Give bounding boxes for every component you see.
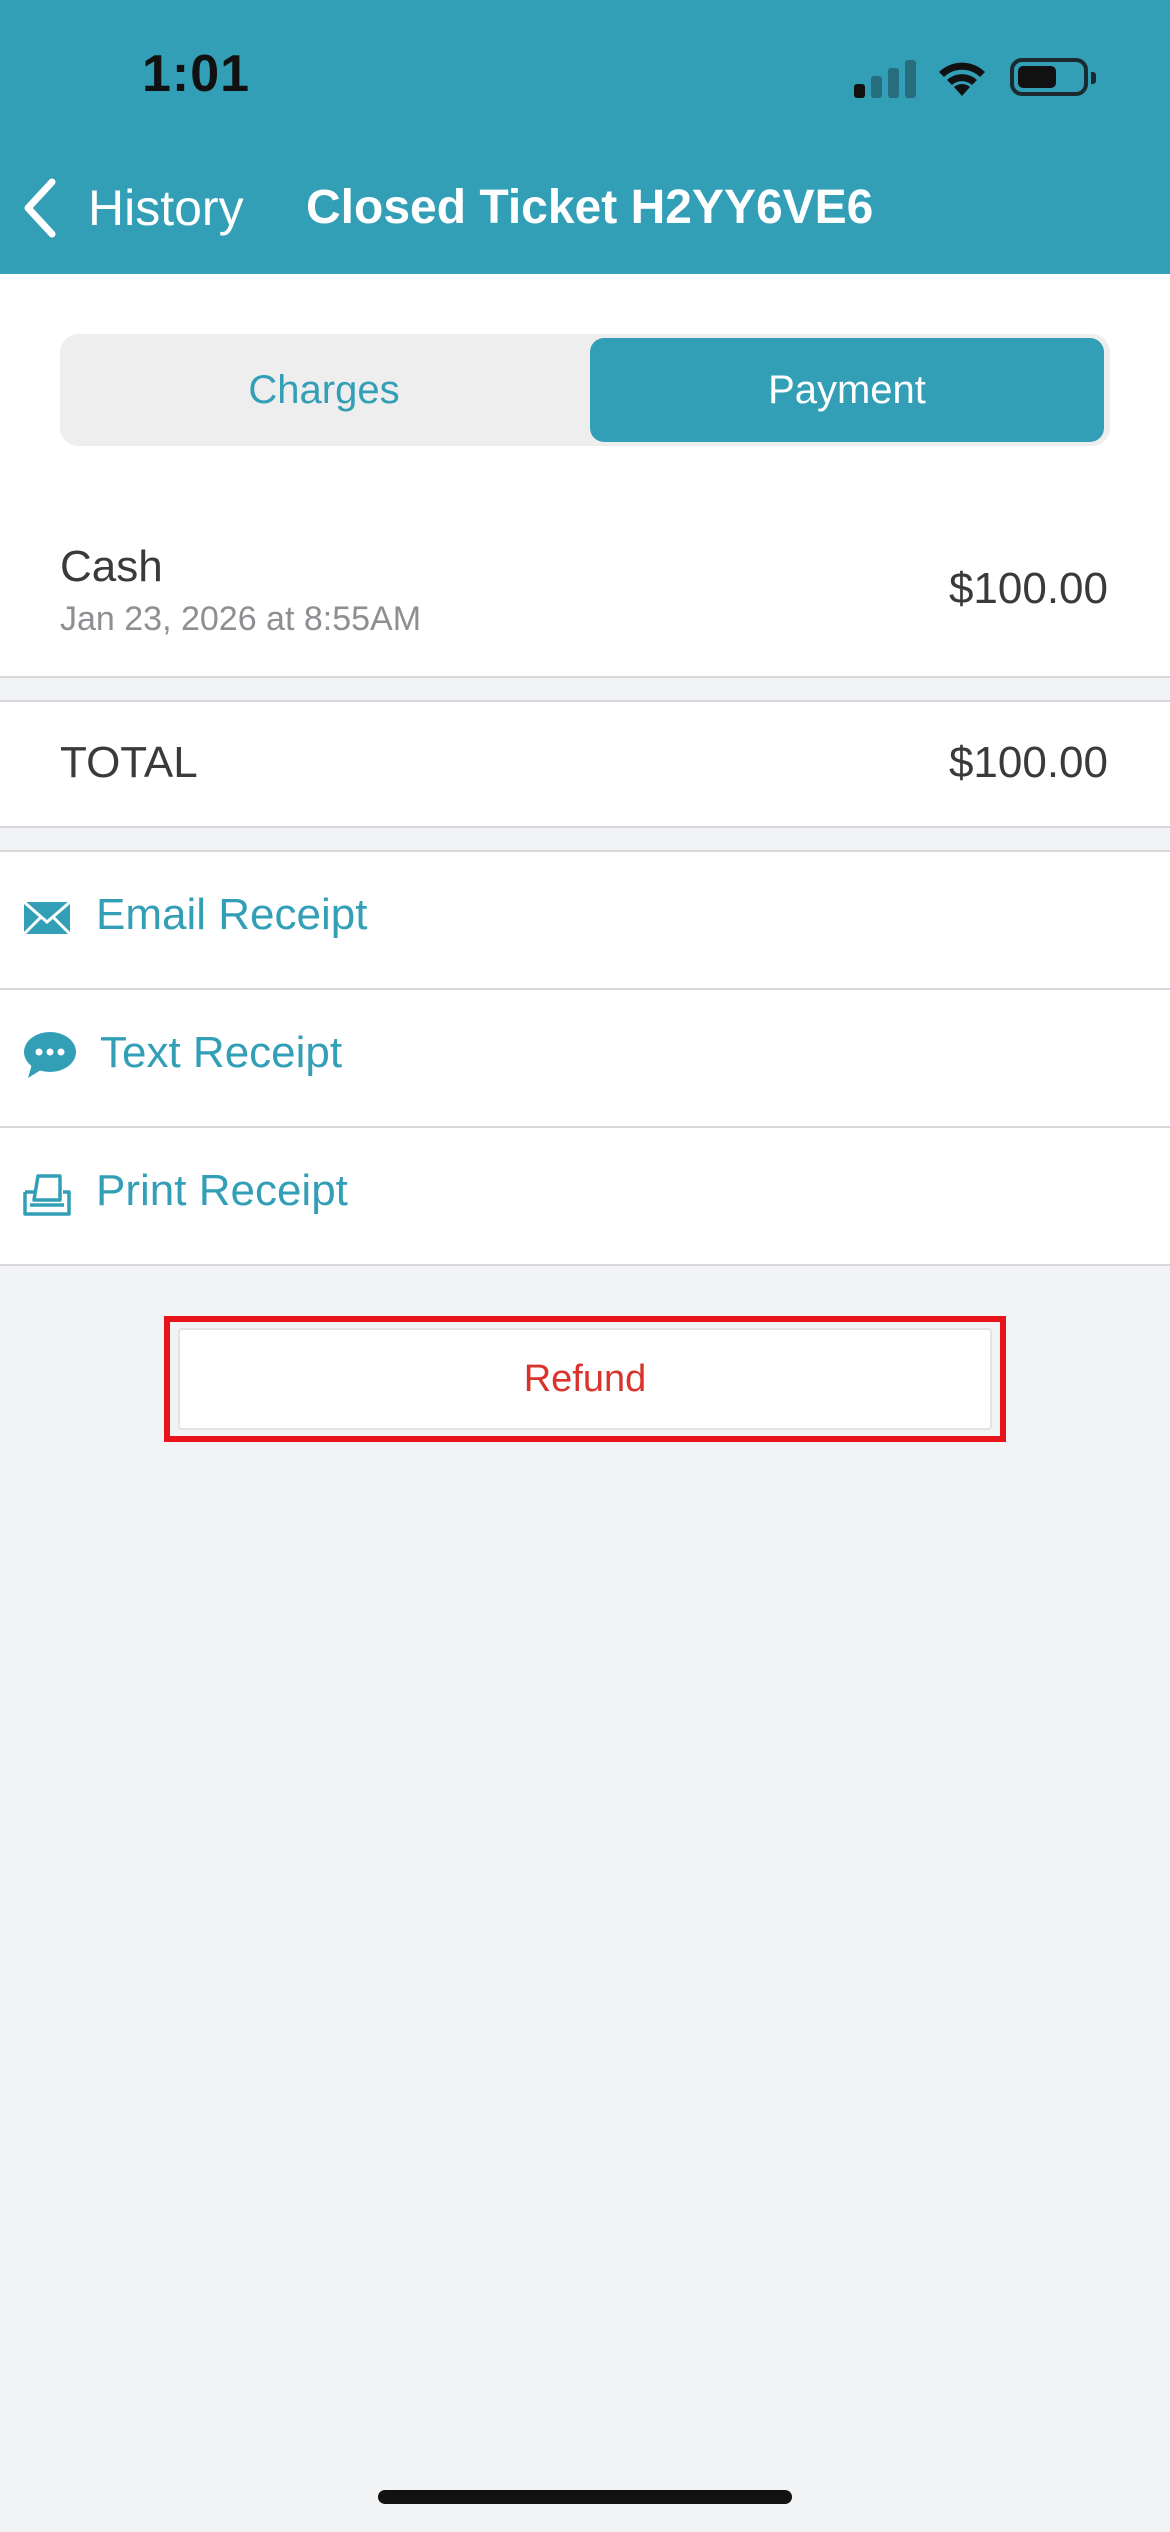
cellular-signal-icon — [854, 58, 916, 98]
divider — [0, 826, 1170, 828]
battery-icon — [1010, 58, 1096, 96]
payment-date: Jan 23, 2026 at 8:55AM — [60, 600, 422, 638]
refund-button[interactable]: Refund — [178, 1328, 992, 1430]
total-row: TOTAL $100.00 — [0, 702, 1170, 826]
refund-highlight: Refund — [164, 1316, 1006, 1442]
app-header: 1:01 History Closed Ticket H2YY6VE6 — [0, 0, 1170, 274]
segmented-control: Charges Payment — [60, 334, 1110, 446]
envelope-icon — [22, 900, 72, 936]
text-receipt-label: Text Receipt — [100, 1028, 343, 1077]
tab-payment[interactable]: Payment — [590, 338, 1104, 442]
speech-bubble-icon — [24, 1032, 76, 1078]
status-bar-time: 1:01 — [142, 45, 251, 103]
back-label: History — [88, 180, 244, 236]
total-amount: $100.00 — [948, 738, 1108, 787]
wifi-icon — [939, 62, 985, 96]
print-receipt-label: Print Receipt — [96, 1166, 348, 1215]
tab-charges[interactable]: Charges — [64, 338, 584, 442]
printer-icon — [23, 1174, 71, 1216]
print-receipt-button[interactable]: Print Receipt — [0, 1128, 1170, 1264]
payment-row: Cash Jan 23, 2026 at 8:55AM $100.00 — [0, 520, 1170, 676]
email-receipt-button[interactable]: Email Receipt — [0, 852, 1170, 988]
email-receipt-label: Email Receipt — [96, 890, 368, 939]
home-indicator[interactable] — [378, 2490, 792, 2504]
divider — [0, 676, 1170, 678]
divider — [0, 1264, 1170, 1266]
back-button[interactable]: History — [20, 168, 244, 248]
payment-method: Cash — [60, 542, 163, 591]
chevron-left-icon — [24, 178, 56, 238]
text-receipt-button[interactable]: Text Receipt — [0, 990, 1170, 1126]
receipt-options: Email Receipt Text Receipt Print Receipt — [0, 852, 1170, 1266]
total-label: TOTAL — [60, 738, 198, 787]
page-title: Closed Ticket H2YY6VE6 — [306, 181, 874, 234]
payment-amount: $100.00 — [948, 564, 1108, 613]
